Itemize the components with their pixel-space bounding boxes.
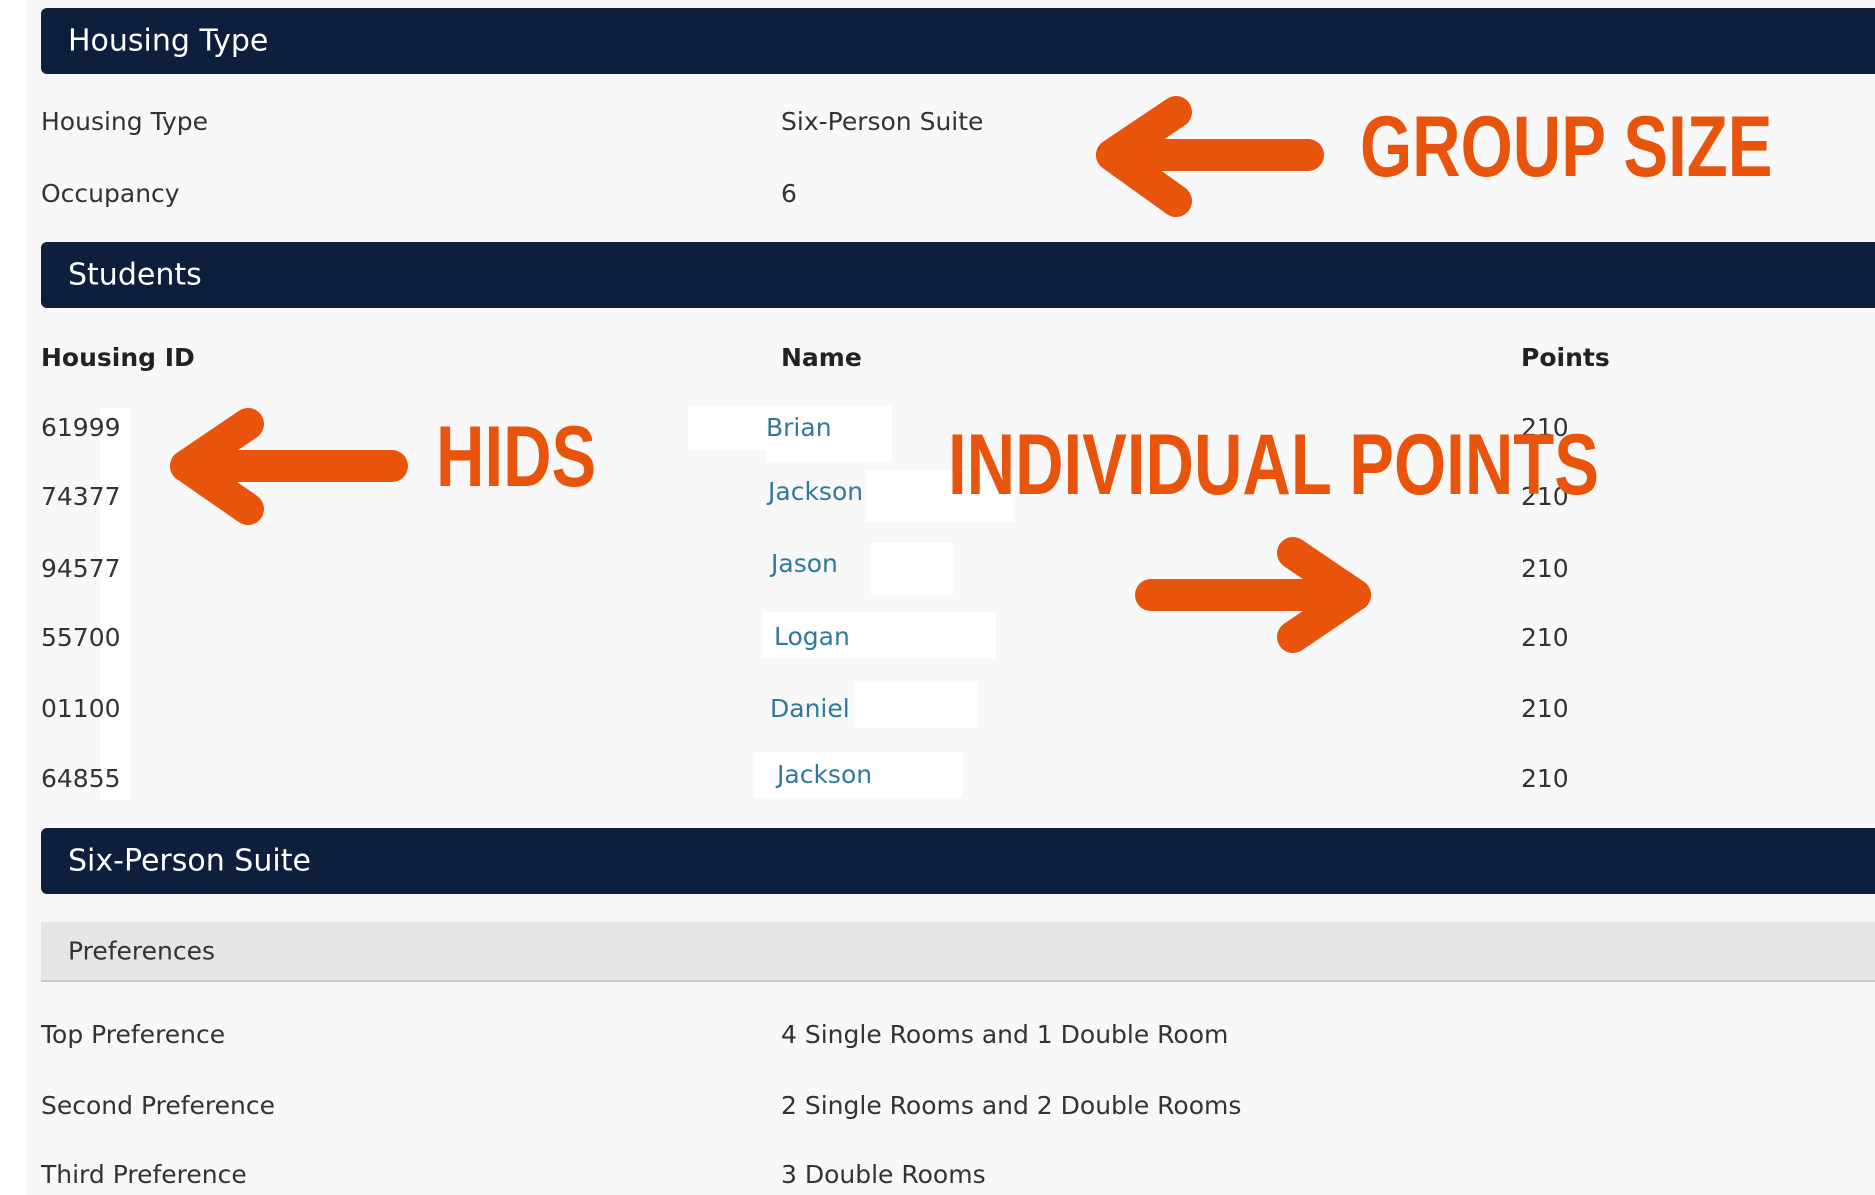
group-size-annotation: GROUP SIZE bbox=[1360, 99, 1773, 195]
individual-points-annotation: INDIVIDUAL POINTS bbox=[948, 417, 1599, 513]
housing-application-page: Housing Type Housing Type Six-Person Sui… bbox=[0, 0, 1875, 1195]
hids-annotation: HIDS bbox=[436, 409, 597, 505]
